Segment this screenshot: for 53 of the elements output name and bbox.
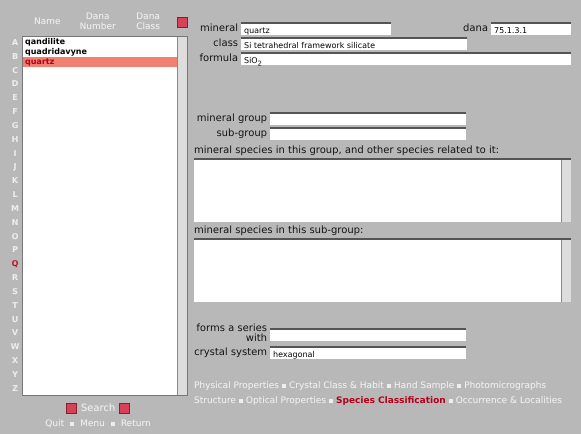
mineral-list-item[interactable]: quadridavyne [23,47,177,57]
dana-field[interactable]: 75.1.3.1 [491,22,571,35]
footer-link[interactable]: Quit [45,419,64,429]
footer-link[interactable]: Return [120,419,151,429]
field-label: dana [463,23,488,34]
search-label[interactable]: Search [80,402,116,414]
field-label: sub-group [215,128,267,139]
mineral-list-item[interactable]: quartz [23,57,177,67]
field-label: mineral [198,23,238,34]
column-header[interactable]: Dana Number [76,12,119,32]
section-link[interactable]: Photomicrographs [464,381,546,391]
mineral-list-item[interactable]: qandilite [23,37,177,47]
field-label: class [212,38,238,49]
section-link[interactable]: Optical Properties [246,396,326,406]
section-link[interactable]: Species Classification [336,396,446,406]
bullet-icon [282,384,286,388]
group-species-area[interactable] [194,158,571,222]
field-label: mineral species in this sub-group: [194,225,364,236]
crystal-system-field[interactable]: hexagonal [270,346,466,359]
bullet-icon [70,422,74,426]
scrollbar[interactable] [561,160,571,222]
field-label: forms a series with [195,324,267,344]
bullet-icon [386,384,391,388]
section-link[interactable]: Hand Sample [394,381,454,391]
scrollbar[interactable] [561,240,571,302]
field-label: formula [198,53,238,64]
mineral-group-field[interactable] [270,112,466,125]
scrollbar[interactable] [177,37,187,395]
field-label: mineral species in this group, and other species related to it: [194,145,500,156]
section-link[interactable]: Structure [194,396,236,406]
section-link[interactable]: Crystal Class & Habit [288,381,384,391]
column-header[interactable]: Name [26,17,68,27]
bullet-icon [110,422,115,426]
dropdown-icon[interactable] [177,16,188,28]
section-link[interactable]: Physical Properties [194,381,279,391]
column-header[interactable]: Dana Class [126,12,170,32]
series-field[interactable] [270,328,466,340]
next-icon[interactable] [119,402,130,414]
formula-field[interactable]: SiO$_{2}$ [241,52,571,65]
subgroup-species-area[interactable] [194,238,571,302]
mineral-field[interactable]: quartz [241,22,391,35]
bullet-icon [448,399,453,403]
sub-group-field[interactable] [270,127,466,140]
bullet-icon [329,399,334,403]
bullet-icon [238,399,243,403]
class-field[interactable]: Si tetrahedral framework silicate [241,37,467,50]
field-label: crystal system [194,347,267,358]
previous-icon[interactable] [66,402,77,414]
bullet-icon [457,384,462,388]
alphabet-letter[interactable]: Q [8,259,22,270]
footer-link[interactable]: Menu [80,419,105,429]
section-link[interactable]: Occurrence & Localities [456,396,562,406]
field-label: mineral group [196,113,267,124]
